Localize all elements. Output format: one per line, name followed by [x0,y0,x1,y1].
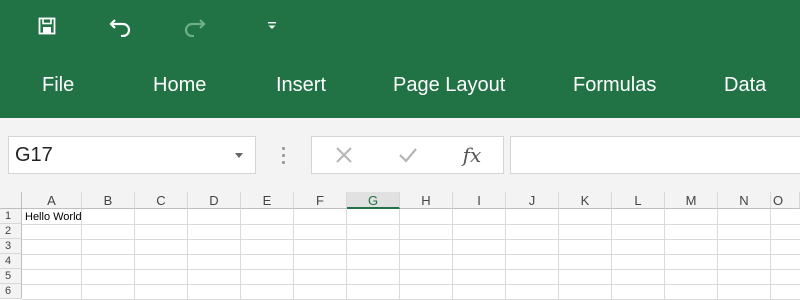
column-header-f[interactable]: F [294,192,347,209]
row-header-3[interactable]: 3 [0,239,22,254]
column-header-a[interactable]: A [22,192,82,209]
tab-home[interactable]: Home [153,70,206,100]
insert-function-button[interactable]: fx [452,137,492,173]
column-header-o[interactable]: O [771,192,800,209]
formula-input[interactable] [510,136,800,174]
column-header-b[interactable]: B [82,192,135,209]
enter-button[interactable] [388,137,428,173]
save-button[interactable] [32,11,62,41]
select-all-corner[interactable] [0,192,22,209]
worksheet-grid[interactable]: A B C D E F G H I J K L M N O 1 2 3 4 5 … [0,192,800,300]
formula-buttons: fx [311,136,504,174]
tab-insert[interactable]: Insert [276,70,326,100]
row-header-4[interactable]: 4 [0,254,22,269]
row-header-2[interactable]: 2 [0,224,22,239]
undo-icon [109,19,131,37]
column-header-c[interactable]: C [135,192,188,209]
tab-file[interactable]: File [42,70,74,100]
formula-bar-area: G17 fx [0,118,800,192]
undo-button[interactable] [106,11,136,41]
save-icon [38,17,56,35]
gridline [22,239,800,240]
tab-page-layout[interactable]: Page Layout [393,70,505,100]
redo-button[interactable] [179,11,209,41]
column-header-e[interactable]: E [241,192,294,209]
column-header-n[interactable]: N [718,192,771,209]
function-icon: fx [462,143,482,167]
cancel-button[interactable] [324,137,364,173]
column-header-h[interactable]: H [400,192,453,209]
check-icon [399,148,417,163]
column-header-i[interactable]: I [453,192,506,209]
gridline [22,284,800,285]
column-header-l[interactable]: L [612,192,665,209]
gridline [22,269,800,270]
cell-a1[interactable]: Hello World [25,210,82,224]
gridline [22,224,800,225]
customize-dropdown-icon [268,22,276,29]
column-header-d[interactable]: D [188,192,241,209]
name-box[interactable]: G17 [8,136,256,174]
row-header-5[interactable]: 5 [0,269,22,284]
column-header-m[interactable]: M [665,192,718,209]
gridline [22,254,800,255]
column-header-k[interactable]: K [559,192,612,209]
resize-grip-icon[interactable] [281,147,285,165]
customize-quick-access-button[interactable] [257,11,287,41]
chevron-down-icon[interactable] [235,153,243,158]
cancel-x-icon [336,147,352,163]
column-header-j[interactable]: J [506,192,559,209]
row-header-1[interactable]: 1 [0,209,22,224]
redo-icon [184,19,206,37]
tab-formulas[interactable]: Formulas [573,70,656,100]
title-bar: File Home Insert Page Layout Formulas Da… [0,0,800,118]
tab-data[interactable]: Data [724,70,766,100]
name-box-value: G17 [15,144,53,166]
column-header-g[interactable]: G [347,192,400,209]
row-header-6[interactable]: 6 [0,284,22,299]
